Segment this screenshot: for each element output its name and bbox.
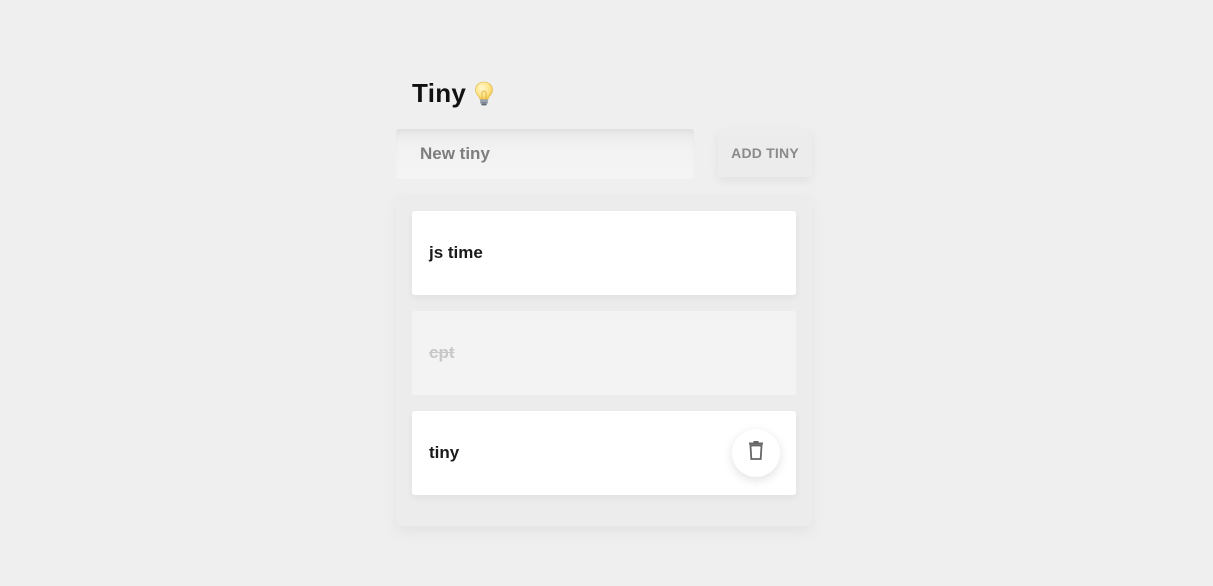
list-item-completed[interactable]: cpt <box>412 311 796 395</box>
list-item-label: cpt <box>429 343 455 362</box>
tiny-list: js time cpt tiny <box>396 195 812 526</box>
new-tiny-input[interactable] <box>396 129 694 179</box>
list-item[interactable]: tiny <box>412 411 796 495</box>
list-item-label: js time <box>429 243 483 262</box>
header: Tiny <box>412 78 494 109</box>
page-title: Tiny <box>412 78 467 108</box>
trash-icon <box>748 441 764 465</box>
lightbulb-icon <box>474 81 494 107</box>
list-item[interactable]: js time <box>412 211 796 295</box>
new-tiny-form: ADD TINY <box>396 129 812 179</box>
add-tiny-button[interactable]: ADD TINY <box>718 129 812 177</box>
delete-button[interactable] <box>732 429 780 477</box>
list-item-label: tiny <box>429 443 460 462</box>
